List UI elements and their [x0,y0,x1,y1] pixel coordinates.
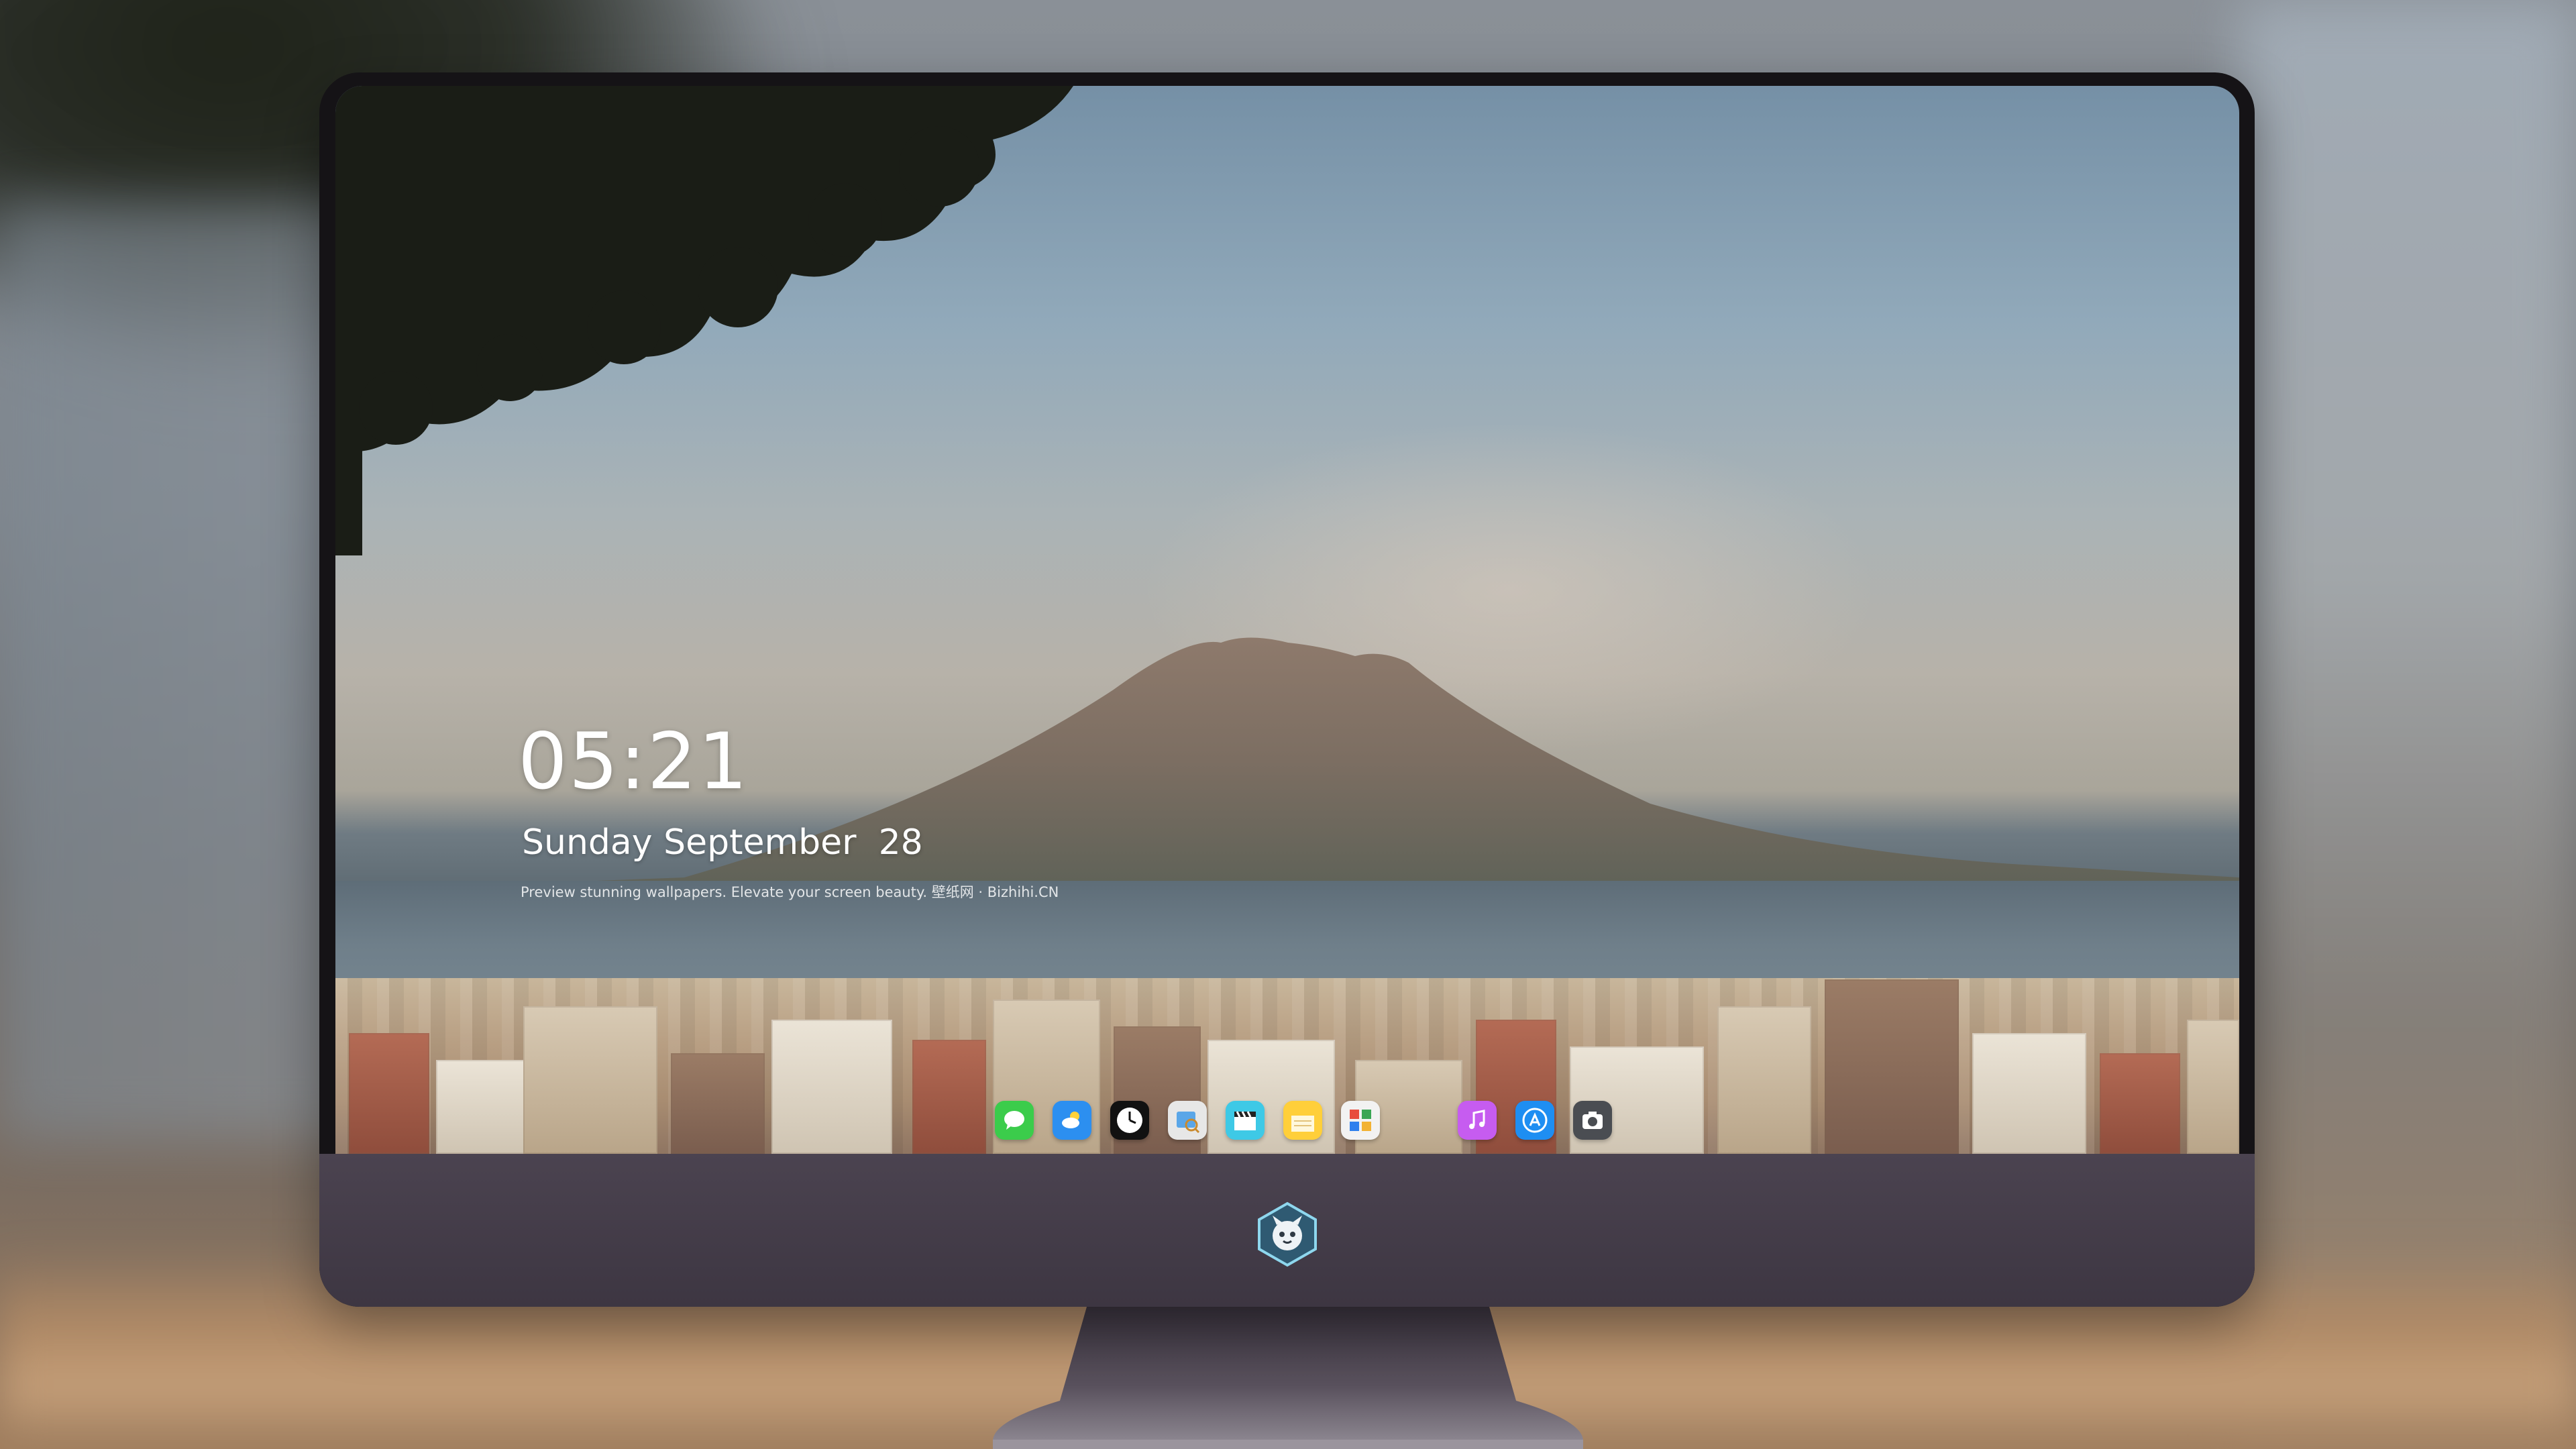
app-dock [983,1085,1624,1154]
music-note-icon[interactable] [1458,1101,1497,1140]
lock-clock: 05:21 [518,716,749,807]
camera-icon[interactable] [1573,1101,1612,1140]
clock-icon[interactable] [1110,1101,1149,1140]
lock-date: Sunday September 28 [522,822,923,863]
background-haze-right [2241,0,2576,1449]
tree-silhouette [335,86,1073,555]
desktop-scene: 05:21 Sunday September 28 Preview stunni… [0,0,2576,1449]
clapperboard-icon[interactable] [1226,1101,1265,1140]
grid-app-icon[interactable] [1341,1101,1380,1140]
message-bubble-icon[interactable] [995,1101,1034,1140]
wallpaper-tagline: Preview stunning wallpapers. Elevate you… [521,884,1059,900]
monitor-stand [993,1307,1583,1449]
cloud-sun-icon[interactable] [1053,1101,1091,1140]
preview-icon[interactable] [1168,1101,1207,1140]
notes-icon[interactable] [1283,1101,1322,1140]
mascot-logo-icon [1258,1201,1317,1267]
lock-screen[interactable]: 05:21 Sunday September 28 Preview stunni… [335,86,2239,1154]
app-store-icon[interactable] [1515,1101,1554,1140]
